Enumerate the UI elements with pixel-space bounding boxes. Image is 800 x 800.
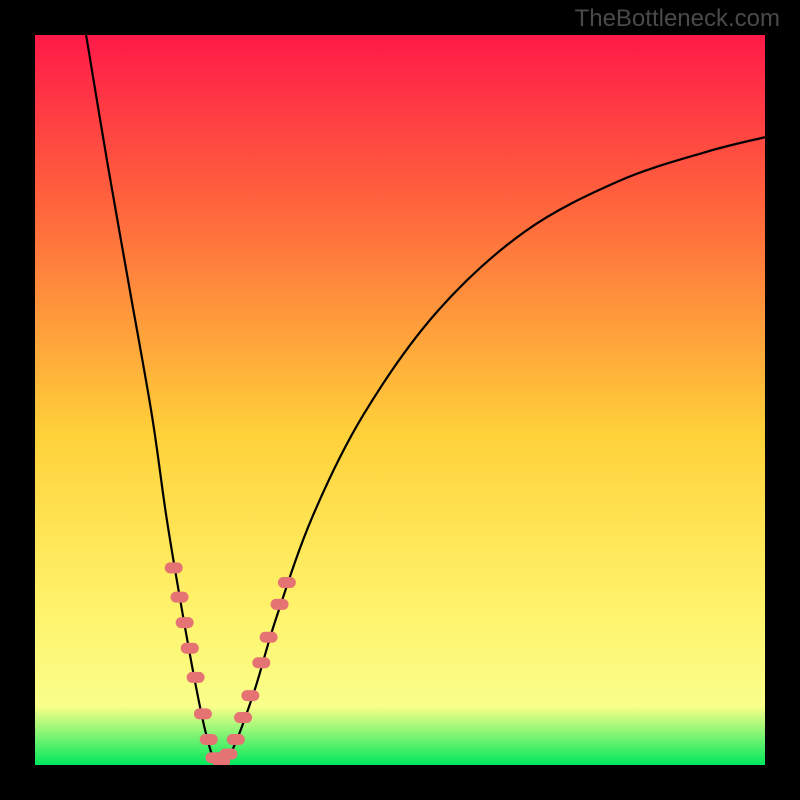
highlight-marker <box>271 599 289 610</box>
highlight-marker <box>171 592 189 603</box>
gradient-background <box>35 35 765 765</box>
highlight-marker <box>200 734 218 745</box>
plot-svg <box>35 35 765 765</box>
highlight-marker <box>165 562 183 573</box>
highlight-marker <box>260 632 278 643</box>
highlight-marker <box>176 617 194 628</box>
highlight-marker <box>181 643 199 654</box>
highlight-marker <box>241 690 259 701</box>
highlight-marker <box>219 749 237 760</box>
highlight-marker <box>227 734 245 745</box>
highlight-marker <box>252 657 270 668</box>
watermark-text: TheBottleneck.com <box>575 5 780 33</box>
chart-frame: TheBottleneck.com <box>0 0 800 800</box>
highlight-marker <box>187 672 205 683</box>
highlight-marker <box>278 577 296 588</box>
highlight-marker <box>234 712 252 723</box>
highlight-marker <box>194 708 212 719</box>
